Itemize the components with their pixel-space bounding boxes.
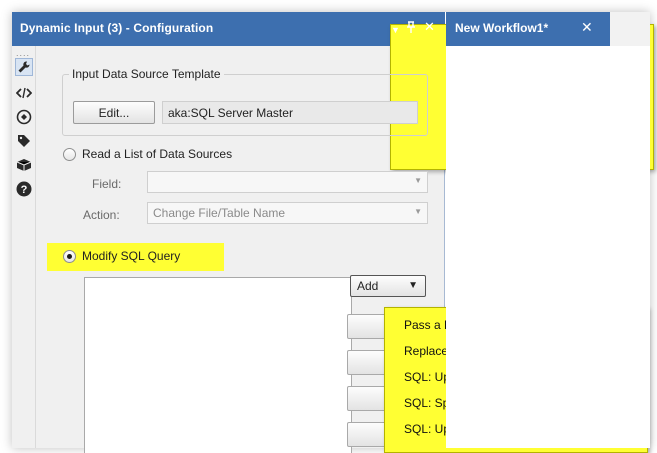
- add-button[interactable]: Add ▼: [350, 275, 426, 297]
- modify-sql-radio[interactable]: [63, 250, 76, 263]
- workflow-tabstrip: New Workflow1* ✕: [446, 12, 650, 46]
- add-button-label: Add: [357, 279, 379, 293]
- panel-close-icon[interactable]: ✕: [424, 19, 435, 35]
- rail-grip: ....: [16, 48, 31, 58]
- input-template-group: Input Data Source Template Edit... aka:S…: [62, 67, 428, 136]
- cube-icon[interactable]: [15, 156, 33, 174]
- app-window: Dynamic Input (3) - Configuration ▼ ✕ ..…: [12, 12, 654, 453]
- action-button[interactable]: [347, 386, 387, 411]
- input-template-legend: Input Data Source Template: [69, 67, 224, 81]
- workflow-canvas[interactable]: New Workflow1* ✕: [446, 12, 650, 448]
- modify-sql-label[interactable]: Modify SQL Query: [82, 249, 180, 263]
- template-value-field: aka:SQL Server Master: [162, 101, 418, 124]
- action-dropdown[interactable]: Change File/Table Name ▼: [147, 202, 428, 224]
- sql-actions-list[interactable]: [84, 277, 352, 453]
- field-label: Field:: [92, 177, 122, 191]
- read-list-label[interactable]: Read a List of Data Sources: [82, 147, 232, 161]
- icon-rail: .... ?: [12, 46, 36, 448]
- panel-title: Dynamic Input (3) - Configuration: [20, 21, 214, 35]
- code-icon[interactable]: [15, 84, 33, 102]
- configuration-panel: Dynamic Input (3) - Configuration ▼ ✕ ..…: [12, 12, 654, 453]
- wrench-icon[interactable]: [15, 58, 33, 76]
- configuration-titlebar: Dynamic Input (3) - Configuration ▼ ✕: [12, 12, 654, 170]
- caret-down-icon: ▼: [408, 280, 418, 291]
- workflow-tab-label: New Workflow1*: [455, 21, 549, 35]
- chevron-down-icon: ▼: [414, 207, 422, 216]
- read-list-radio[interactable]: [63, 148, 76, 161]
- annotation-icon[interactable]: [15, 108, 33, 126]
- action-label: Action:: [83, 208, 120, 222]
- tab-new-workflow[interactable]: New Workflow1* ✕: [446, 12, 610, 46]
- field-dropdown[interactable]: ▼: [147, 171, 428, 193]
- tag-icon[interactable]: [15, 132, 33, 150]
- svg-text:?: ?: [21, 184, 28, 196]
- edit-button[interactable]: Edit...: [73, 101, 155, 124]
- pin-icon[interactable]: [406, 21, 416, 36]
- close-icon[interactable]: ✕: [581, 19, 593, 36]
- action-dropdown-value: Change File/Table Name: [153, 206, 286, 220]
- action-button[interactable]: [347, 350, 387, 375]
- action-button[interactable]: [347, 314, 387, 339]
- chevron-down-icon: ▼: [414, 176, 422, 185]
- help-icon[interactable]: ?: [15, 180, 33, 198]
- action-button[interactable]: [347, 422, 387, 447]
